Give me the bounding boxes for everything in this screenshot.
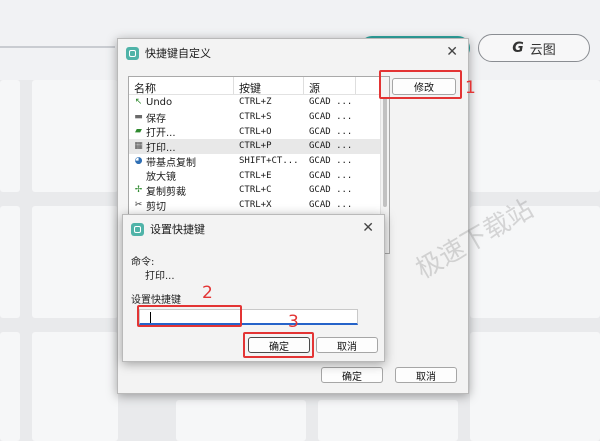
cloud-logo-icon: G [512,40,524,56]
row-keys: CTRL+C [239,185,272,196]
shortcut-label: 设置快捷键 [131,295,181,306]
row-name-cell: ✂ 剪切 [129,198,234,213]
column-header-name[interactable]: 名称 [129,77,234,95]
header-divider [0,46,115,48]
table-row[interactable]: ✂ 剪切 CTRL+X GCAD ... [129,198,389,213]
file-tile[interactable] [32,80,118,192]
file-tile[interactable] [318,400,458,441]
row-name-cell: ◕ 带基点复制 [129,154,234,169]
row-name-cell: ✢ 复制剪裁 [129,183,234,198]
annotation-box-input [137,305,242,327]
file-tile[interactable] [0,206,20,318]
row-name: 剪切 [146,201,166,213]
sub-cancel-button[interactable]: 取消 [316,337,378,353]
app-logo-icon [126,46,139,60]
annotation-number-1: 1 [465,78,476,98]
row-name-cell: ▦ 打印... [129,139,234,154]
file-tile[interactable] [0,80,20,192]
table-row[interactable]: ✢ 复制剪裁 CTRL+C GCAD ... [129,183,389,198]
dialog-titlebar: 快捷键自定义 [118,39,468,67]
table-row[interactable]: ↖ Undo CTRL+Z GCAD ... [129,95,389,110]
row-source: GCAD ... [309,185,353,196]
file-tile[interactable] [32,332,118,441]
row-source: GCAD ... [309,200,353,211]
row-source: GCAD ... [309,126,353,137]
command-icon: ▬ [134,111,143,122]
command-icon: ✢ [134,184,143,195]
command-icon [134,171,143,180]
row-keys: CTRL+E [239,170,272,181]
row-name-cell: ▰ 打开... [129,124,234,140]
row-name: 复制剪裁 [146,186,186,198]
row-name: 打开... [146,128,176,140]
table-row[interactable]: ▦ 打印... CTRL+P GCAD ... [129,139,389,154]
list-header: 名称 按键 源 [129,77,389,95]
close-icon[interactable]: ✕ [362,220,374,236]
column-header-keys[interactable]: 按键 [234,77,304,95]
app-logo-icon [131,222,144,236]
row-name: 放大镜 [146,172,176,184]
row-name: 打印... [146,142,176,154]
annotation-number-2: 2 [202,283,213,303]
file-tile[interactable] [470,332,600,441]
row-keys: CTRL+S [239,112,272,123]
table-row[interactable]: ◕ 带基点复制 SHIFT+CT... GCAD ... [129,154,389,169]
command-icon: ▦ [134,140,143,151]
row-source: GCAD ... [309,97,353,108]
command-label: 命令: [131,257,155,268]
row-name: Undo [146,96,173,108]
table-row[interactable]: ▰ 打开... CTRL+O GCAD ... [129,124,389,140]
dialog-title: 快捷键自定义 [145,47,211,60]
row-source: GCAD ... [309,170,353,181]
row-source: GCAD ... [309,112,353,123]
row-name-cell: 放大镜 [129,168,234,183]
file-tile[interactable] [470,80,600,192]
command-icon: ✂ [134,199,143,210]
command-icon: ↖ [134,96,143,107]
row-source: GCAD ... [309,141,353,152]
sub-dialog-title: 设置快捷键 [150,223,205,236]
row-keys: CTRL+Z [239,97,272,108]
cancel-button[interactable]: 取消 [395,367,457,383]
close-icon[interactable]: ✕ [446,44,458,60]
annotation-number-3: 3 [288,312,299,332]
ok-button[interactable]: 确定 [321,367,383,383]
table-row[interactable]: 放大镜 CTRL+E GCAD ... [129,168,389,184]
row-keys: CTRL+P [239,141,272,152]
command-value: 打印... [145,271,175,282]
annotation-box-ok [243,332,314,358]
row-name-cell: ↖ Undo [129,97,234,108]
column-header-source[interactable]: 源 [304,77,356,95]
file-tile[interactable] [176,400,306,441]
cloud-drawing-button[interactable]: G 云图 [478,34,590,62]
cloud-button-label: 云图 [529,42,556,58]
command-icon: ▰ [135,126,142,137]
annotation-box-modify [379,70,462,99]
row-source: GCAD ... [309,156,353,167]
row-name-cell: ▬ 保存 [129,110,234,125]
sub-dialog-titlebar: 设置快捷键 [123,215,384,243]
row-keys: SHIFT+CT... [239,156,299,167]
row-keys: CTRL+X [239,200,272,211]
file-tile[interactable] [32,206,118,318]
row-name: 保存 [146,113,166,125]
file-tile[interactable] [0,332,20,441]
row-keys: CTRL+O [239,126,272,137]
row-name: 带基点复制 [146,157,196,169]
scrollbar-thumb[interactable] [383,97,387,207]
command-icon: ◕ [134,155,143,166]
table-row[interactable]: ▬ 保存 CTRL+S GCAD ... [129,110,389,125]
